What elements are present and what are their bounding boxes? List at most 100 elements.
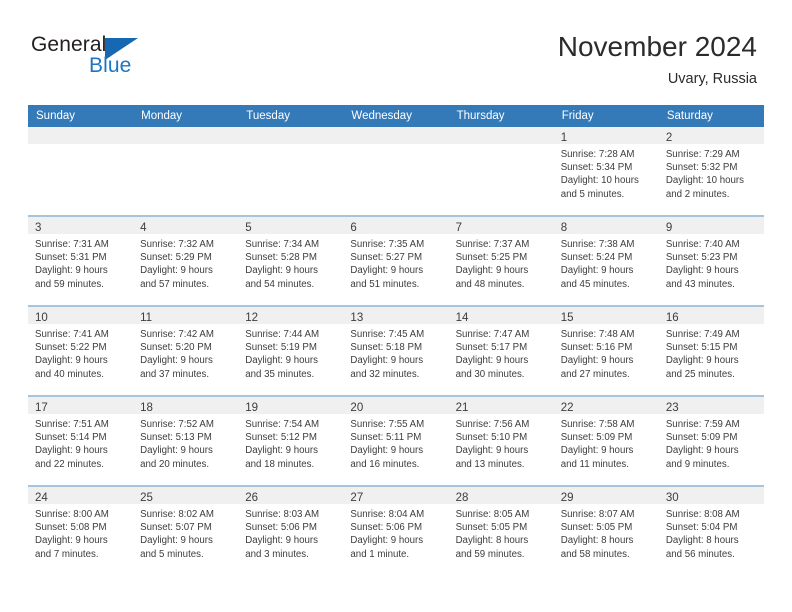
sunrise-time: Sunrise: 7:42 AM: [140, 329, 214, 340]
calendar-day-cell[interactable]: 4 Sunrise: 7:32 AM Sunset: 5:29 PM Daylight…: [133, 215, 239, 306]
daylight-duration-line2: and 45 minutes.: [560, 278, 630, 290]
calendar-day-cell-empty: [343, 127, 449, 216]
day-cell-inner: 18 Sunrise: 7:52 AM Sunset: 5:13 PM Dayligh…: [133, 397, 239, 485]
calendar-day-cell[interactable]: 15 Sunrise: 7:48 AM Sunset: 5:16 PM Dayligh…: [553, 305, 659, 396]
day-number: 14: [455, 312, 469, 324]
day-details: Sunrise: 7:47 AM Sunset: 5:17 PM Daylight:…: [449, 324, 554, 381]
day-number: 1: [560, 132, 568, 144]
sunrise-time: Sunrise: 7:34 AM: [245, 239, 320, 250]
calendar-day-cell[interactable]: 29 Sunrise: 8:07 AM Sunset: 5:05 PM Dayligh…: [553, 485, 659, 575]
calendar-day-cell[interactable]: 27 Sunrise: 8:04 AM Sunset: 5:06 PM Dayligh…: [343, 485, 449, 575]
calendar-day-cell[interactable]: 25 Sunrise: 8:02 AM Sunset: 5:07 PM Dayligh…: [133, 485, 239, 575]
daylight-duration-line1: Daylight: 9 hours: [455, 355, 529, 367]
calendar-day-cell[interactable]: 23 Sunrise: 7:59 AM Sunset: 5:09 PM Dayligh…: [658, 395, 764, 486]
day-cell-inner: 28 Sunrise: 8:05 AM Sunset: 5:05 PM Dayligh…: [448, 487, 554, 575]
daylight-duration-line1: Daylight: 9 hours: [350, 535, 424, 547]
calendar-day-cell[interactable]: 30 Sunrise: 8:08 AM Sunset: 5:04 PM Dayligh…: [658, 485, 764, 575]
day-number: 12: [245, 312, 259, 324]
daylight-duration-line1: Daylight: 9 hours: [245, 355, 318, 367]
day-number: 28: [455, 492, 469, 504]
daylight-duration-line2: and 25 minutes.: [665, 368, 735, 380]
sunset-time: Sunset: 5:27 PM: [350, 252, 423, 264]
calendar-day-cell[interactable]: 6 Sunrise: 7:35 AM Sunset: 5:27 PM Daylight…: [343, 215, 449, 306]
day-number: 19: [245, 402, 259, 414]
day-number-band: 5: [238, 217, 344, 234]
day-cell-inner: 17 Sunrise: 7:51 AM Sunset: 5:14 PM Dayligh…: [28, 397, 134, 485]
day-cell-inner: 16 Sunrise: 7:49 AM Sunset: 5:15 PM Dayligh…: [658, 307, 764, 395]
daylight-duration-line2: and 32 minutes.: [350, 368, 420, 380]
calendar-day-cell[interactable]: 8 Sunrise: 7:38 AM Sunset: 5:24 PM Daylight…: [553, 215, 659, 306]
calendar-day-cell[interactable]: 5 Sunrise: 7:34 AM Sunset: 5:28 PM Daylight…: [238, 215, 344, 306]
calendar-day-cell[interactable]: 10 Sunrise: 7:41 AM Sunset: 5:22 PM Dayligh…: [28, 305, 134, 396]
calendar-day-cell[interactable]: 2 Sunrise: 7:29 AM Sunset: 5:32 PM Daylight…: [658, 127, 764, 216]
day-details: Sunrise: 8:05 AM Sunset: 5:05 PM Daylight:…: [449, 504, 554, 561]
sunset-time: Sunset: 5:24 PM: [560, 252, 633, 264]
calendar-day-cell[interactable]: 19 Sunrise: 7:54 AM Sunset: 5:12 PM Dayligh…: [238, 395, 344, 486]
day-number: 18: [140, 402, 153, 414]
calendar-day-cell[interactable]: 22 Sunrise: 7:58 AM Sunset: 5:09 PM Dayligh…: [553, 395, 659, 486]
calendar-day-cell[interactable]: 17 Sunrise: 7:51 AM Sunset: 5:14 PM Dayligh…: [28, 395, 134, 486]
calendar-day-cell[interactable]: 9 Sunrise: 7:40 AM Sunset: 5:23 PM Daylight…: [658, 215, 764, 306]
daylight-duration-line1: Daylight: 9 hours: [350, 445, 424, 457]
weekday-header-wednesday: Wednesday: [343, 105, 449, 127]
day-number: 26: [245, 492, 259, 504]
title-block: November 2024 Uvary, Russia: [558, 30, 757, 88]
daylight-duration-line2: and 5 minutes.: [560, 188, 625, 200]
day-number: 20: [350, 402, 364, 414]
day-number: 4: [140, 222, 147, 234]
page-header: General Blue November 2024 Uvary, Russia: [0, 0, 792, 104]
calendar-day-cell[interactable]: 14 Sunrise: 7:47 AM Sunset: 5:17 PM Dayligh…: [448, 305, 554, 396]
calendar-day-cell[interactable]: 11 Sunrise: 7:42 AM Sunset: 5:20 PM Dayligh…: [133, 305, 239, 396]
calendar-day-cell[interactable]: 26 Sunrise: 8:03 AM Sunset: 5:06 PM Dayligh…: [238, 485, 344, 575]
sunrise-time: Sunrise: 7:47 AM: [455, 329, 530, 340]
day-details: Sunrise: 8:02 AM Sunset: 5:07 PM Daylight:…: [133, 504, 238, 561]
calendar-day-cell[interactable]: 13 Sunrise: 7:45 AM Sunset: 5:18 PM Dayligh…: [343, 305, 449, 396]
sunset-time: Sunset: 5:19 PM: [245, 342, 317, 354]
day-cell-inner: 3 Sunrise: 7:31 AM Sunset: 5:31 PM Daylight…: [28, 217, 134, 305]
day-details: Sunrise: 7:35 AM Sunset: 5:27 PM Daylight:…: [343, 234, 448, 291]
day-cell-inner: 1 Sunrise: 7:28 AM Sunset: 5:34 PM Daylight…: [553, 127, 659, 215]
daylight-duration-line1: Daylight: 10 hours: [560, 175, 639, 187]
calendar-day-cell[interactable]: 28 Sunrise: 8:05 AM Sunset: 5:05 PM Dayligh…: [448, 485, 554, 575]
daylight-duration-line1: Daylight: 9 hours: [665, 265, 739, 277]
calendar-day-cell[interactable]: 21 Sunrise: 7:56 AM Sunset: 5:10 PM Dayligh…: [448, 395, 554, 486]
weekday-header-sunday: Sunday: [28, 105, 134, 127]
calendar-day-cell[interactable]: 3 Sunrise: 7:31 AM Sunset: 5:31 PM Daylight…: [28, 215, 134, 306]
day-number-band: 29: [553, 487, 659, 504]
day-details: Sunrise: 7:49 AM Sunset: 5:15 PM Daylight:…: [659, 324, 764, 381]
weekday-header-friday: Friday: [553, 105, 659, 127]
calendar-day-cell[interactable]: 12 Sunrise: 7:44 AM Sunset: 5:19 PM Dayligh…: [238, 305, 344, 396]
sunrise-time: Sunrise: 7:32 AM: [140, 239, 214, 250]
general-blue-logo[interactable]: General Blue: [31, 33, 161, 83]
daylight-duration-line1: Daylight: 9 hours: [560, 265, 634, 277]
daylight-duration-line2: and 22 minutes.: [35, 458, 104, 470]
calendar-day-cell[interactable]: 20 Sunrise: 7:55 AM Sunset: 5:11 PM Dayligh…: [343, 395, 449, 486]
sunset-time: Sunset: 5:29 PM: [140, 252, 212, 264]
day-details: Sunrise: 7:28 AM Sunset: 5:34 PM Daylight:…: [554, 144, 659, 201]
sunset-time: Sunset: 5:09 PM: [665, 432, 738, 444]
daylight-duration-line1: Daylight: 10 hours: [665, 175, 744, 187]
sunset-time: Sunset: 5:05 PM: [455, 522, 528, 534]
daylight-duration-line2: and 5 minutes.: [140, 548, 204, 560]
sunrise-time: Sunrise: 8:03 AM: [245, 509, 320, 520]
day-cell-inner: 15 Sunrise: 7:48 AM Sunset: 5:16 PM Dayligh…: [553, 307, 659, 395]
calendar-day-cell[interactable]: 16 Sunrise: 7:49 AM Sunset: 5:15 PM Dayligh…: [658, 305, 764, 396]
sunset-time: Sunset: 5:06 PM: [245, 522, 317, 534]
daylight-duration-line1: Daylight: 9 hours: [665, 445, 739, 457]
day-cell-inner: 9 Sunrise: 7:40 AM Sunset: 5:23 PM Daylight…: [658, 217, 764, 305]
daylight-duration-line2: and 59 minutes.: [455, 548, 525, 560]
calendar-day-cell[interactable]: 1 Sunrise: 7:28 AM Sunset: 5:34 PM Daylight…: [553, 127, 659, 216]
day-details: Sunrise: 8:04 AM Sunset: 5:06 PM Daylight:…: [343, 504, 448, 561]
daylight-duration-line1: Daylight: 9 hours: [560, 355, 634, 367]
sunset-time: Sunset: 5:28 PM: [245, 252, 317, 264]
day-number: 23: [665, 402, 679, 414]
calendar-day-cell[interactable]: 7 Sunrise: 7:37 AM Sunset: 5:25 PM Daylight…: [448, 215, 554, 306]
day-number: 27: [350, 492, 364, 504]
daylight-duration-line1: Daylight: 9 hours: [35, 355, 108, 367]
day-number-band: 12: [238, 307, 344, 324]
calendar-day-cell[interactable]: 24 Sunrise: 8:00 AM Sunset: 5:08 PM Dayligh…: [28, 485, 134, 575]
calendar-day-cell[interactable]: 18 Sunrise: 7:52 AM Sunset: 5:13 PM Dayligh…: [133, 395, 239, 486]
day-cell-inner: 8 Sunrise: 7:38 AM Sunset: 5:24 PM Daylight…: [553, 217, 659, 305]
day-number: 13: [350, 312, 364, 324]
sunset-time: Sunset: 5:25 PM: [455, 252, 528, 264]
